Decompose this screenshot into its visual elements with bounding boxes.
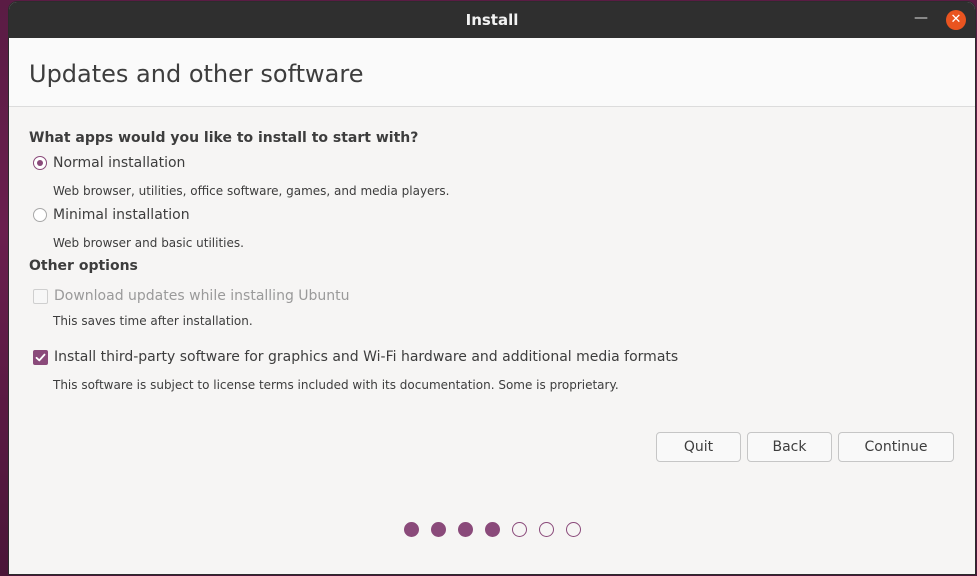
window-title: Install — [465, 11, 519, 29]
quit-button[interactable]: Quit — [656, 432, 741, 462]
third-party-software-checkbox[interactable]: Install third-party software for graphic… — [33, 348, 678, 366]
checkbox-checked-icon[interactable] — [33, 349, 48, 365]
minimize-icon[interactable]: — — [911, 10, 931, 30]
third-party-software-description: This software is subject to license term… — [53, 378, 619, 392]
minimal-installation-radio[interactable]: Minimal installation — [33, 206, 190, 224]
installer-window: Install — ✕ Updates and other software W… — [9, 2, 975, 574]
radio-selected-icon[interactable] — [33, 156, 47, 170]
continue-button[interactable]: Continue — [838, 432, 954, 462]
page-header: Updates and other software — [9, 38, 975, 107]
progress-dot-complete — [404, 522, 419, 537]
normal-installation-radio[interactable]: Normal installation — [33, 154, 185, 172]
progress-dot-pending — [566, 522, 581, 537]
page-title: Updates and other software — [29, 60, 364, 88]
progress-dot-complete — [431, 522, 446, 537]
progress-dot-pending — [512, 522, 527, 537]
back-button[interactable]: Back — [747, 432, 832, 462]
apps-section-heading: What apps would you like to install to s… — [29, 130, 419, 146]
minimal-installation-description: Web browser and basic utilities. — [53, 236, 244, 250]
progress-dot-pending — [539, 522, 554, 537]
page-content: What apps would you like to install to s… — [9, 107, 975, 574]
third-party-software-label: Install third-party software for graphic… — [54, 349, 679, 365]
close-icon[interactable]: ✕ — [946, 10, 966, 30]
progress-dot-complete — [458, 522, 473, 537]
normal-installation-label: Normal installation — [53, 155, 186, 171]
download-updates-label: Download updates while installing Ubuntu — [54, 288, 350, 304]
progress-dot-complete — [485, 522, 500, 537]
checkmark-icon — [35, 353, 46, 361]
normal-installation-description: Web browser, utilities, office software,… — [53, 184, 450, 198]
download-updates-description: This saves time after installation. — [53, 314, 253, 328]
title-bar: Install — ✕ — [9, 2, 975, 38]
checkbox-unchecked-icon[interactable] — [33, 288, 48, 304]
download-updates-checkbox[interactable]: Download updates while installing Ubuntu — [33, 287, 350, 305]
progress-indicator — [404, 522, 593, 537]
other-options-heading: Other options — [29, 258, 138, 274]
radio-unselected-icon[interactable] — [33, 208, 47, 222]
minimal-installation-label: Minimal installation — [53, 207, 190, 223]
